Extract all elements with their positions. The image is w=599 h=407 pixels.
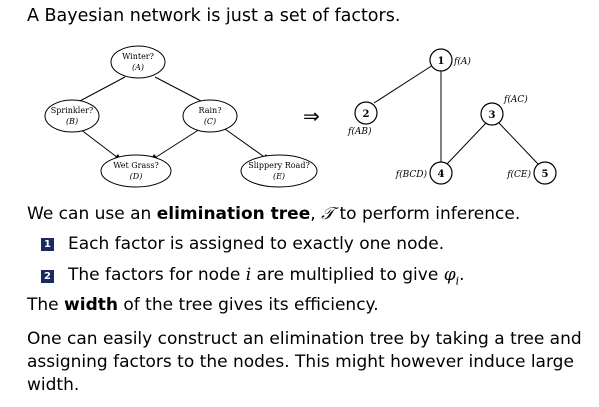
list-item-1-text: Each factor is assigned to exactly one n… bbox=[68, 234, 445, 254]
tree-node-2-num: 2 bbox=[363, 109, 370, 120]
tree-edge-3-5 bbox=[498, 122, 539, 165]
edge-b-d bbox=[79, 128, 123, 162]
bn-node-wet-grass: Wet Grass? (D) bbox=[100, 154, 172, 188]
tree-node-1-num: 1 bbox=[438, 56, 445, 67]
list-number-1: 1 bbox=[41, 237, 54, 251]
edge-a-c bbox=[154, 76, 204, 103]
intro-post: to perform inference. bbox=[334, 204, 521, 224]
list-item-2-mid: are multiplied to give bbox=[251, 265, 444, 285]
phi-symbol: φ bbox=[443, 265, 456, 285]
tree-node-5: 5 f(CE) bbox=[506, 161, 557, 185]
list-item-2: 2 The factors for node i are multiplied … bbox=[41, 265, 465, 287]
list-number-2: 2 bbox=[41, 269, 54, 283]
width-post: of the tree gives its efficiency. bbox=[117, 295, 379, 315]
bn-node-wet-grass-var: (D) bbox=[130, 172, 143, 181]
width-pre: The bbox=[27, 295, 65, 315]
tree-edge-3-4 bbox=[446, 122, 487, 165]
bn-node-slippery-road: Slippery Road? (E) bbox=[240, 154, 318, 188]
bn-node-sprinkler-var: (B) bbox=[66, 117, 78, 126]
tree-node-1: 1 f(A) bbox=[429, 48, 471, 72]
tree-node-3: 3 f(AC) bbox=[480, 94, 528, 126]
slide-title: A Bayesian network is just a set of fact… bbox=[27, 6, 401, 26]
list-item-2-text: The factors for node i are multiplied to… bbox=[68, 265, 465, 287]
edge-c-d bbox=[149, 128, 201, 162]
bn-node-wet-grass-label: Wet Grass? bbox=[113, 161, 159, 170]
tree-node-3-num: 3 bbox=[489, 110, 496, 121]
intro-mid: , bbox=[310, 204, 322, 224]
bn-node-winter: Winter? (A) bbox=[110, 45, 166, 79]
bn-node-sprinkler-label: Sprinkler? bbox=[51, 106, 93, 115]
width-sentence: The width of the tree gives its efficien… bbox=[27, 295, 379, 315]
bayesian-network-diagram: Winter? (A) Sprinkler? (B) Rain? (C) Wet… bbox=[44, 45, 318, 188]
tree-node-2: 2 f(AB) bbox=[347, 101, 378, 137]
tree-node-2-factor: f(AB) bbox=[347, 126, 372, 137]
tree-node-4: 4 f(BCD) bbox=[395, 161, 453, 185]
tree-node-5-num: 5 bbox=[542, 169, 549, 180]
closing-paragraph: One can easily construct an elimination … bbox=[27, 329, 582, 395]
list-item-2-pre: The factors for node bbox=[68, 265, 246, 285]
bn-node-sprinkler: Sprinkler? (B) bbox=[44, 99, 100, 133]
bn-node-winter-var: (A) bbox=[132, 63, 144, 72]
tree-edge-1-2 bbox=[373, 64, 434, 104]
bn-node-rain-var: (C) bbox=[204, 117, 216, 126]
list-item-2-post: . bbox=[459, 265, 465, 285]
intro-pre: We can use an bbox=[27, 204, 157, 224]
bn-node-slippery-road-label: Slippery Road? bbox=[248, 161, 309, 170]
tree-node-3-factor: f(AC) bbox=[503, 94, 528, 105]
implies-arrow: ⇒ bbox=[303, 104, 320, 128]
width-bold-term: width bbox=[64, 295, 118, 315]
tree-symbol: 𝒯 bbox=[321, 204, 335, 224]
tree-node-4-factor: f(BCD) bbox=[395, 169, 428, 180]
bn-node-slippery-road-var: (E) bbox=[273, 172, 285, 181]
tree-node-1-factor: f(A) bbox=[453, 56, 471, 67]
bn-node-rain: Rain? (C) bbox=[182, 99, 238, 133]
tree-node-5-factor: f(CE) bbox=[506, 169, 531, 180]
bn-node-winter-label: Winter? bbox=[122, 52, 154, 61]
elimination-tree-diagram: 1 f(A) 2 f(AB) 3 f(AC) 4 f(BCD) 5 f(CE) bbox=[347, 48, 557, 185]
tree-node-4-num: 4 bbox=[438, 169, 445, 180]
bn-node-rain-label: Rain? bbox=[199, 106, 222, 115]
intro-sentence: We can use an elimination tree, 𝒯 to per… bbox=[27, 204, 520, 224]
intro-bold-term: elimination tree bbox=[156, 204, 311, 224]
edge-a-b bbox=[77, 76, 126, 103]
list-item-1: 1 Each factor is assigned to exactly one… bbox=[41, 234, 444, 254]
